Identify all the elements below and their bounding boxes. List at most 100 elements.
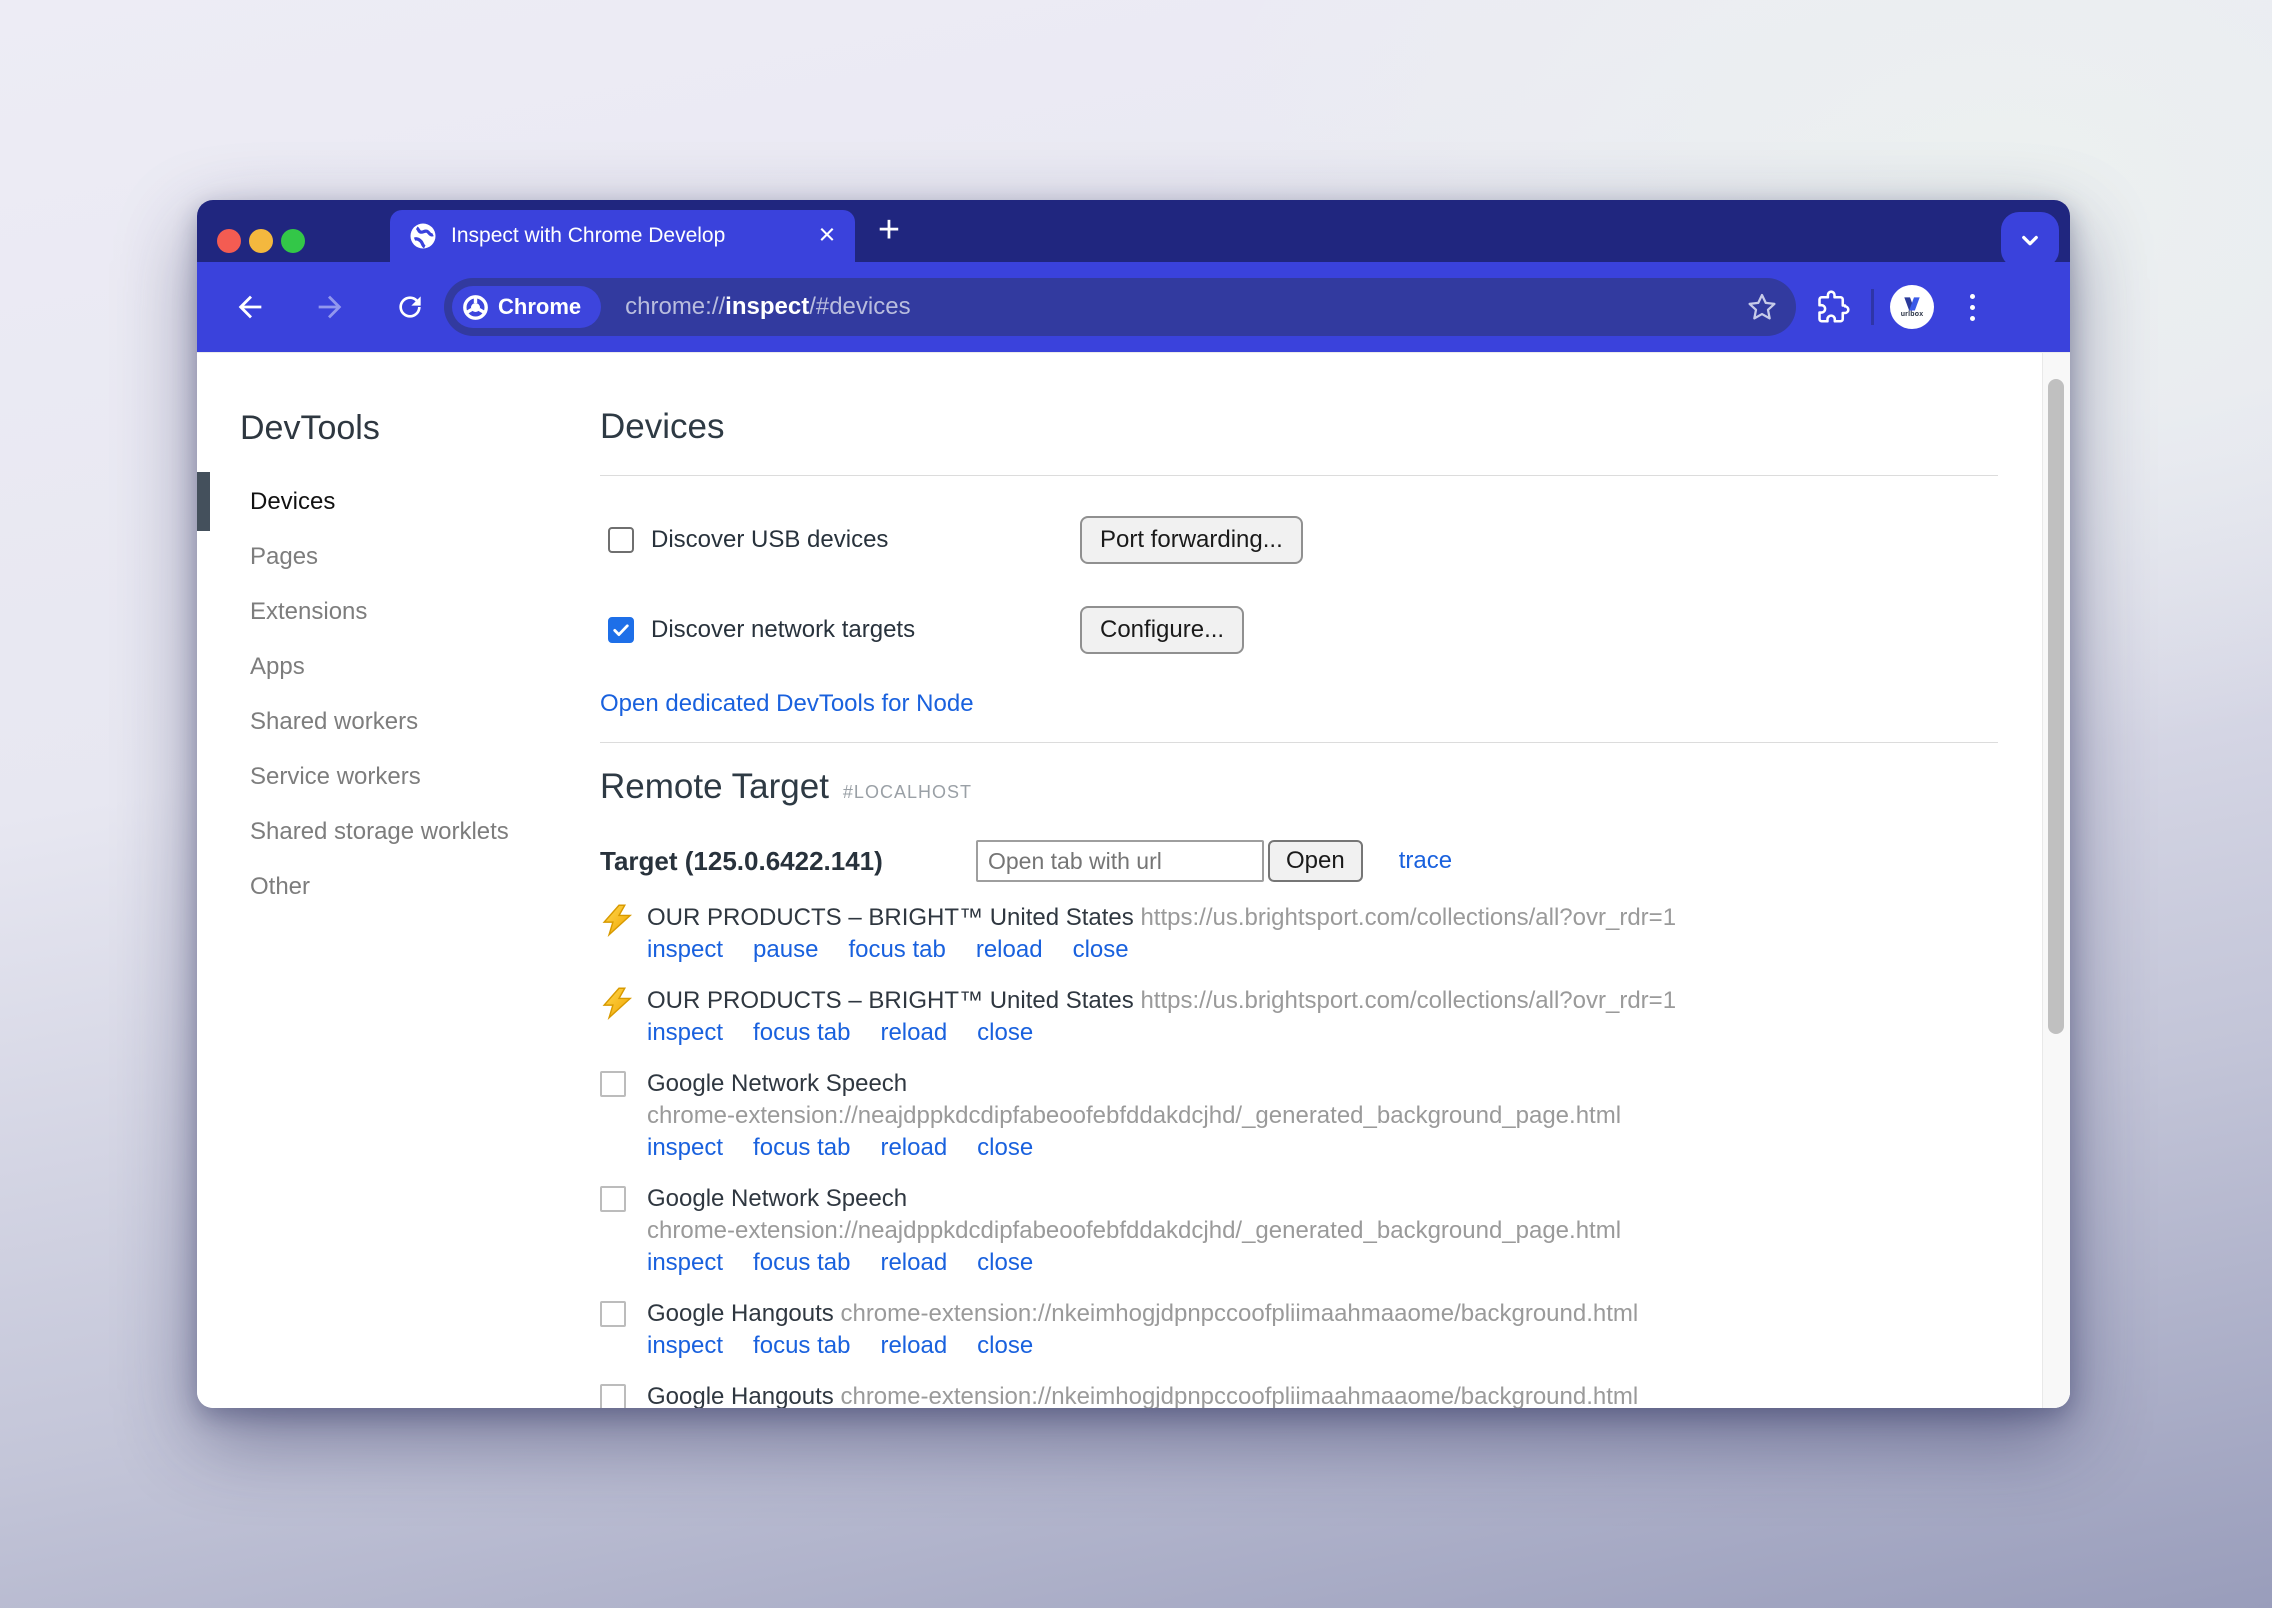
- url-path: /#devices: [809, 293, 910, 320]
- remote-target-heading: Remote Target: [600, 767, 829, 807]
- action-reload-link[interactable]: reload: [880, 1249, 947, 1276]
- sidebar-item-label: Shared workers: [250, 708, 418, 735]
- main-panel: Devices Discover USB devices Port forwar…: [600, 353, 2070, 1408]
- action-focus-tab-link[interactable]: focus tab: [753, 1019, 850, 1046]
- open-button[interactable]: Open: [1268, 840, 1363, 882]
- target-title: Google Hangouts: [647, 1383, 834, 1408]
- action-pause-link[interactable]: pause: [753, 936, 818, 963]
- sidebar-item-devices[interactable]: Devices: [197, 474, 600, 529]
- page-scrollbar[interactable]: [2042, 353, 2070, 1408]
- configure-button[interactable]: Configure...: [1080, 606, 1244, 654]
- section-divider: [600, 475, 1998, 476]
- action-focus-tab-link[interactable]: focus tab: [753, 1332, 850, 1359]
- action-inspect-link[interactable]: inspect: [647, 1332, 723, 1359]
- sidebar-item-service-workers[interactable]: Service workers: [197, 749, 600, 804]
- back-button[interactable]: [226, 283, 274, 331]
- action-close-link[interactable]: close: [977, 1332, 1033, 1359]
- discover-network-checkbox[interactable]: [608, 617, 634, 643]
- chrome-chip: Chrome: [452, 286, 601, 328]
- action-focus-tab-link[interactable]: focus tab: [753, 1134, 850, 1161]
- browser-window: Inspect with Chrome Develop × +: [197, 200, 2070, 1408]
- target-actions: inspect pause focus tab reload close: [647, 935, 1998, 968]
- star-icon: [1746, 291, 1778, 323]
- action-reload-link[interactable]: reload: [880, 1019, 947, 1046]
- target-row: OUR PRODUCTS – BRIGHT™ United States htt…: [600, 986, 1998, 1051]
- tab-strip: Inspect with Chrome Develop × +: [197, 200, 2070, 262]
- chip-label: Chrome: [498, 294, 581, 320]
- chevron-down-icon: [2015, 225, 2045, 255]
- target-row: OUR PRODUCTS – BRIGHT™ United States htt…: [600, 903, 1998, 968]
- profile-avatar[interactable]: urlbox: [1890, 285, 1934, 329]
- globe-icon: [408, 221, 438, 251]
- minimize-window-button[interactable]: [249, 229, 273, 253]
- page-icon: [600, 1186, 626, 1212]
- sidebar-item-shared-storage-worklets[interactable]: Shared storage worklets: [197, 804, 600, 859]
- bookmark-star-button[interactable]: [1746, 291, 1778, 323]
- action-reload-link[interactable]: reload: [880, 1134, 947, 1161]
- target-row-controls: Target (125.0.6422.141) Open trace: [600, 837, 1998, 885]
- action-close-link[interactable]: close: [977, 1134, 1033, 1161]
- discover-usb-checkbox[interactable]: [608, 527, 634, 553]
- zoom-window-button[interactable]: [281, 229, 305, 253]
- action-focus-tab-link[interactable]: focus tab: [753, 1249, 850, 1276]
- discover-usb-label: Discover USB devices: [651, 526, 1080, 554]
- new-tab-button[interactable]: +: [865, 207, 913, 255]
- target-url: chrome-extension://neajdppkdcdipfabeoofe…: [647, 1216, 1998, 1246]
- kebab-icon: [1970, 294, 1975, 299]
- target-row: Google Hangouts chrome-extension://nkeim…: [600, 1299, 1998, 1364]
- check-icon: [611, 620, 631, 640]
- action-reload-link[interactable]: reload: [880, 1332, 947, 1359]
- url-host: inspect: [725, 293, 809, 320]
- target-url: https://us.brightsport.com/collections/a…: [1140, 904, 1676, 931]
- sidebar-item-label: Extensions: [250, 598, 367, 625]
- sidebar-item-shared-workers[interactable]: Shared workers: [197, 694, 600, 749]
- node-devtools-link[interactable]: Open dedicated DevTools for Node: [600, 690, 974, 718]
- action-inspect-link[interactable]: inspect: [647, 1249, 723, 1276]
- action-close-link[interactable]: close: [1073, 936, 1129, 963]
- menu-button[interactable]: [1948, 283, 1996, 331]
- sidebar-item-other[interactable]: Other: [197, 859, 600, 914]
- target-row: Google Hangouts chrome-extension://nkeim…: [600, 1382, 1998, 1408]
- sidebar-item-pages[interactable]: Pages: [197, 529, 600, 584]
- close-window-button[interactable]: [217, 229, 241, 253]
- url-text: chrome://inspect/#devices: [625, 293, 910, 321]
- sidebar-item-label: Apps: [250, 653, 305, 680]
- tab-strip-chevron-button[interactable]: [2001, 212, 2059, 268]
- target-title: Google Network Speech: [647, 1185, 907, 1212]
- action-reload-link[interactable]: reload: [976, 936, 1043, 963]
- puzzle-icon: [1815, 289, 1851, 325]
- url-scheme: chrome://: [625, 293, 725, 320]
- browser-tab[interactable]: Inspect with Chrome Develop ×: [390, 210, 855, 262]
- action-close-link[interactable]: close: [977, 1019, 1033, 1046]
- sidebar: DevTools Devices Pages Extensions Apps S…: [197, 353, 600, 1408]
- sidebar-item-extensions[interactable]: Extensions: [197, 584, 600, 639]
- action-focus-tab-link[interactable]: focus tab: [848, 936, 945, 963]
- sidebar-item-label: Shared storage worklets: [250, 818, 509, 845]
- page-title: Devices: [600, 407, 1998, 447]
- action-close-link[interactable]: close: [977, 1249, 1033, 1276]
- action-inspect-link[interactable]: inspect: [647, 1019, 723, 1046]
- forward-button[interactable]: [306, 283, 354, 331]
- target-title: Google Network Speech: [647, 1070, 907, 1097]
- sidebar-item-label: Devices: [250, 488, 335, 515]
- target-row: Google Network Speech chrome-extension:/…: [600, 1069, 1998, 1166]
- tab-close-icon[interactable]: ×: [813, 222, 841, 250]
- omnibox[interactable]: Chrome chrome://inspect/#devices: [444, 278, 1796, 336]
- toolbar: Chrome chrome://inspect/#devices urlbox: [197, 262, 2070, 352]
- forward-icon: [313, 290, 347, 324]
- scrollbar-thumb[interactable]: [2048, 379, 2064, 1034]
- action-inspect-link[interactable]: inspect: [647, 936, 723, 963]
- action-inspect-link[interactable]: inspect: [647, 1134, 723, 1161]
- sidebar-item-apps[interactable]: Apps: [197, 639, 600, 694]
- discover-network-label: Discover network targets: [651, 616, 1080, 644]
- bolt-icon: [600, 903, 634, 968]
- extensions-button[interactable]: [1809, 283, 1857, 331]
- page-icon: [600, 1384, 626, 1408]
- bolt-icon: [600, 986, 634, 1051]
- port-forwarding-button[interactable]: Port forwarding...: [1080, 516, 1303, 564]
- open-tab-url-input[interactable]: [976, 840, 1264, 882]
- reload-button[interactable]: [386, 283, 434, 331]
- trace-link[interactable]: trace: [1399, 847, 1452, 875]
- target-title: OUR PRODUCTS – BRIGHT™ United States: [647, 904, 1134, 931]
- target-version-label: Target (125.0.6422.141): [600, 846, 976, 877]
